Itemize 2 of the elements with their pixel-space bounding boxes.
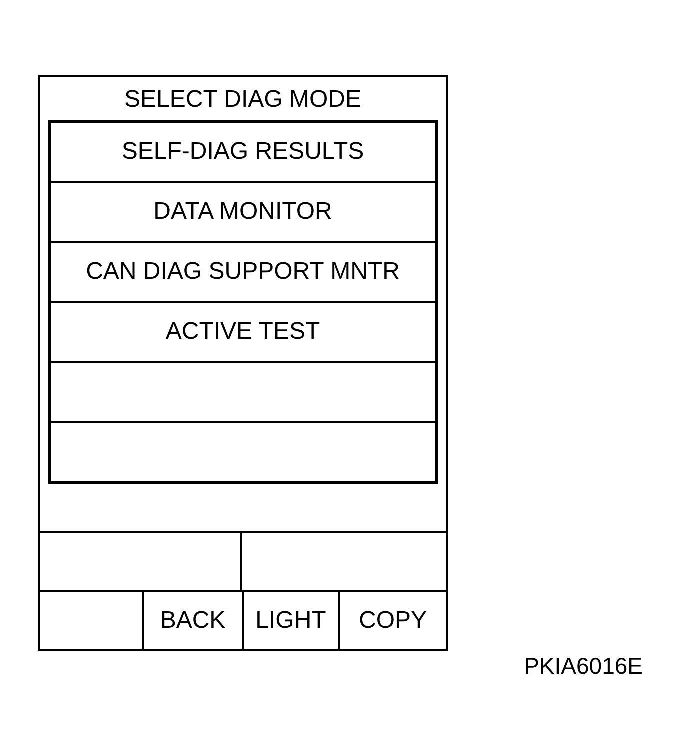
figure-code: PKIA6016E [524,653,643,679]
screen-title: SELECT DIAG MODE [124,85,362,115]
